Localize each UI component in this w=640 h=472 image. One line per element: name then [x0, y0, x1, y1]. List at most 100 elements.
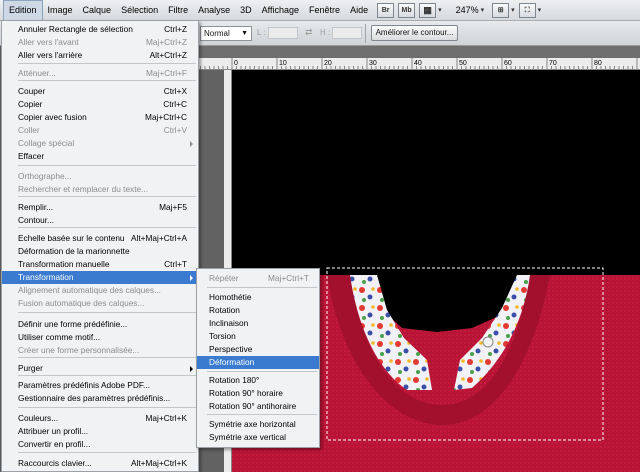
menu-item-copy-merged[interactable]: Copier avec fusion Maj+Ctrl+C [2, 111, 198, 124]
menu-item-step-backward[interactable]: Aller vers l'arrière Alt+Ctrl+Z [2, 49, 198, 62]
menu-item-assign-profile[interactable]: Attribuer un profil... [2, 425, 198, 438]
menu-item-copy[interactable]: Copier Ctrl+C [2, 98, 198, 111]
menu-item-content-aware-scale[interactable]: Echelle basée sur le contenu Alt+Maj+Ctrl… [2, 232, 198, 245]
ruler-label: 50 [459, 60, 467, 67]
edit-menu-dropdown: Annuler Rectangle de sélection Ctrl+Z Alle… [1, 20, 199, 472]
submenu-item-distort[interactable]: Torsion [197, 330, 319, 343]
menu-separator [207, 287, 317, 288]
submenu-item-rotate-180[interactable]: Rotation 180° [197, 374, 319, 387]
menu-item-purge[interactable]: Purger [2, 362, 198, 375]
menu-fenetre[interactable]: Fenêtre [304, 0, 345, 21]
menu-item-find-replace[interactable]: Rechercher et remplacer du texte... [2, 183, 198, 196]
refine-edge-button[interactable]: Améliorer le contour... [371, 25, 458, 41]
submenu-item-rotate[interactable]: Rotation [197, 304, 319, 317]
menu-separator [18, 196, 196, 197]
menu-item-auto-align-layers[interactable]: Alignement automatique des calques... [2, 284, 198, 297]
menu-item-undo[interactable]: Annuler Rectangle de sélection Ctrl+Z [2, 23, 198, 36]
menu-item-label: Coller [18, 125, 40, 135]
menu-item-label: Paramètres prédéfinis Adobe PDF... [18, 380, 150, 390]
menu-item-redo-step[interactable]: Aller vers l'avant Maj+Ctrl+Z [2, 36, 198, 49]
menu-item-shortcut: Maj+F5 [159, 202, 187, 212]
menu-item-label: Transformation [18, 272, 74, 282]
mini-bridge-button[interactable]: Mb [398, 2, 416, 18]
menu-item-label: Aller vers l'avant [18, 37, 79, 47]
menu-edition[interactable]: Edition [3, 0, 43, 21]
submenu-item-label: Déformation [209, 357, 255, 367]
menu-item-paste-special[interactable]: Collage spécial [2, 137, 198, 150]
menu-item-puppet-warp[interactable]: Déformation de la marionnette [2, 245, 198, 258]
submenu-item-perspective[interactable]: Perspective [197, 343, 319, 356]
menu-item-clear[interactable]: Effacer [2, 150, 198, 163]
menu-item-color-settings[interactable]: Couleurs... Maj+Ctrl+K [2, 412, 198, 425]
submenu-item-label: Torsion [209, 331, 236, 341]
submenu-item-scale[interactable]: Homothétie [197, 291, 319, 304]
ruler-ticks: 0 10 20 30 40 50 60 70 80 [196, 58, 638, 69]
menu-item-spelling[interactable]: Orthographe... [2, 170, 198, 183]
menu-item-label: Remplir... [18, 202, 54, 212]
submenu-item-rotate-90-ccw[interactable]: Rotation 90° antihoraire [197, 400, 319, 413]
menu-aide[interactable]: Aide [345, 0, 373, 21]
menu-item-keyboard-shortcuts[interactable]: Raccourcis clavier... Alt+Maj+Ctrl+K [2, 457, 198, 470]
menu-item-label: Fusion automatique des calques... [18, 298, 145, 308]
screen-mode-button[interactable]: ⛶ [518, 2, 536, 18]
submenu-item-flip-vertical[interactable]: Symétrie axe vertical [197, 431, 319, 444]
menu-item-fade[interactable]: Atténuer... Maj+Ctrl+F [2, 67, 198, 80]
menu-affichage[interactable]: Affichage [257, 0, 304, 21]
menu-filtre[interactable]: Filtre [163, 0, 193, 21]
arrange-documents-button[interactable]: ⊞ [492, 2, 510, 18]
menu-item-free-transform[interactable]: Transformation manuelle Ctrl+T [2, 258, 198, 271]
submenu-item-flip-horizontal[interactable]: Symétrie axe horizontal [197, 418, 319, 431]
menu-item-preset-manager[interactable]: Gestionnaire des paramètres prédéfinis..… [2, 392, 198, 405]
ruler-label: 70 [549, 60, 557, 67]
menu-separator [18, 375, 196, 376]
submenu-arrow-icon [190, 141, 193, 147]
ruler-label: 20 [324, 60, 332, 67]
width-field[interactable] [268, 27, 298, 39]
menu-item-label: Orthographe... [18, 171, 72, 181]
screen-mode-chevron-down-icon[interactable]: ▾ [538, 6, 542, 14]
menu-item-adobe-pdf-presets[interactable]: Paramètres prédéfinis Adobe PDF... [2, 379, 198, 392]
menu-item-shortcut: Maj+Ctrl+K [145, 413, 188, 423]
horizontal-ruler[interactable]: 0 10 20 30 40 50 60 70 80 [196, 58, 640, 70]
menu-3d[interactable]: 3D [235, 0, 257, 21]
menu-item-label: Couleurs... [18, 413, 59, 423]
ruler-label: 30 [369, 60, 377, 67]
arrange-chevron-down-icon[interactable]: ▾ [511, 6, 515, 14]
extras-button[interactable]: ▦ [419, 2, 437, 18]
ruler-label: 0 [234, 60, 238, 67]
menu-item-cut[interactable]: Couper Ctrl+X [2, 85, 198, 98]
menu-item-shortcut: Maj+Ctrl+C [145, 112, 187, 122]
chevron-down-icon[interactable]: ▾ [438, 6, 442, 14]
submenu-item-rotate-90-cw[interactable]: Rotation 90° horaire [197, 387, 319, 400]
menu-image[interactable]: Image [43, 0, 78, 21]
menu-item-define-preset-shape[interactable]: Définir une forme prédéfinie... [2, 318, 198, 331]
menu-item-shortcut: Ctrl+T [164, 259, 187, 269]
menu-item-shortcut: Maj+Ctrl+F [145, 68, 187, 78]
submenu-item-label: Homothétie [209, 292, 252, 302]
menu-item-paste[interactable]: Coller Ctrl+V [2, 124, 198, 137]
style-select[interactable]: Normal ▼ [200, 26, 252, 41]
menu-analyse[interactable]: Analyse [193, 0, 235, 21]
swap-icon[interactable]: ⇄ [305, 27, 313, 38]
menu-selection[interactable]: Sélection [116, 0, 163, 21]
menu-item-label: Rechercher et remplacer du texte... [18, 184, 149, 194]
height-field[interactable] [332, 27, 362, 39]
menu-item-define-custom-shape[interactable]: Créer une forme personnalisée... [2, 344, 198, 357]
ruler-label: 40 [414, 60, 422, 67]
zoom-chevron-down-icon[interactable]: ▾ [481, 6, 485, 14]
menu-item-convert-profile[interactable]: Convertir en profil... [2, 438, 198, 451]
menu-item-fill[interactable]: Remplir... Maj+F5 [2, 201, 198, 214]
submenu-item-warp[interactable]: Déformation [197, 356, 319, 369]
bridge-button[interactable]: Br [377, 2, 395, 18]
menu-item-stroke[interactable]: Contour... [2, 214, 198, 227]
submenu-item-skew[interactable]: Inclinaison [197, 317, 319, 330]
menu-item-transform[interactable]: Transformation [2, 271, 198, 284]
menu-bar: Edition Image Calque Sélection Filtre An… [0, 0, 640, 21]
menu-item-define-pattern[interactable]: Utiliser comme motif... [2, 331, 198, 344]
ruler-label: 60 [504, 60, 512, 67]
menu-item-auto-blend-layers[interactable]: Fusion automatique des calques... [2, 297, 198, 310]
menu-calque[interactable]: Calque [78, 0, 117, 21]
menu-item-shortcut: Ctrl+C [163, 99, 187, 109]
submenu-item-repeat[interactable]: Répéter Maj+Ctrl+T [197, 272, 319, 285]
zoom-level[interactable]: 247% [456, 5, 479, 15]
